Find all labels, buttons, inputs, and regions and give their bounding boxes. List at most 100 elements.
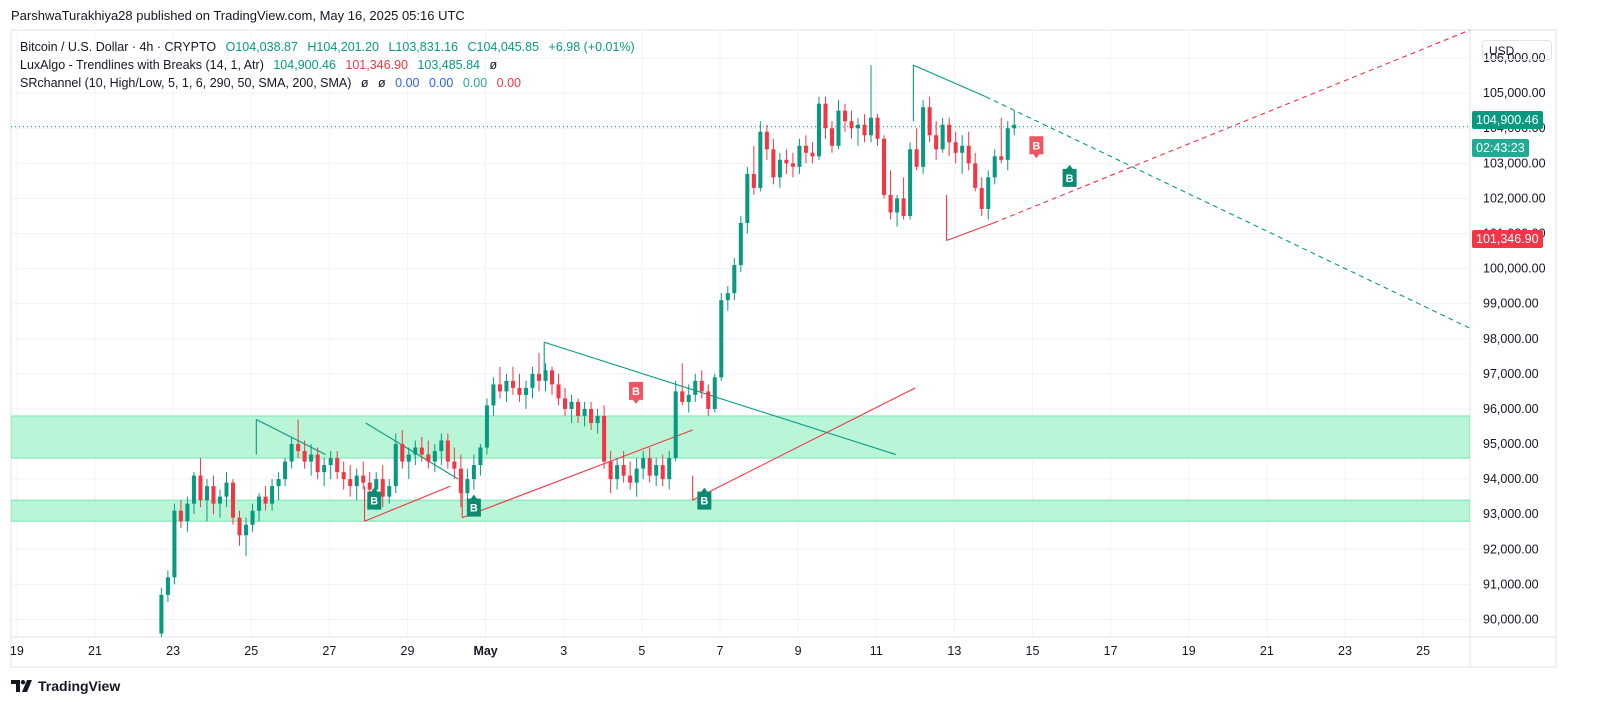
x-tick-label: 15 xyxy=(1026,644,1040,658)
x-tick-label: 23 xyxy=(1338,644,1352,658)
y-tick-label: 90,000.00 xyxy=(1483,612,1539,626)
legend-luxalgo: LuxAlgo - Trendlines with Breaks (14, 1,… xyxy=(20,58,503,72)
candle-body xyxy=(888,194,893,213)
candle-body xyxy=(686,394,691,402)
candle-body xyxy=(432,451,437,462)
y-tick-label: 100,000.00 xyxy=(1483,262,1546,276)
candle-body xyxy=(361,475,366,483)
upper-trendline xyxy=(913,64,986,98)
candle-body xyxy=(244,524,249,536)
y-tick-label: 98,000.00 xyxy=(1483,332,1539,346)
break-label-text: B xyxy=(470,503,478,515)
x-tick-label: 9 xyxy=(795,644,802,658)
candle-body xyxy=(478,447,483,466)
candle-body xyxy=(315,454,320,473)
candle-body xyxy=(771,149,776,178)
sr-zone xyxy=(11,415,1470,459)
candle-body xyxy=(764,131,769,150)
chart-border xyxy=(10,29,1557,668)
candle-body xyxy=(419,447,424,455)
candle-body xyxy=(999,156,1004,160)
bearish-break-label: B xyxy=(1029,136,1044,159)
plot-layer: B B B B B B xyxy=(11,30,1470,637)
candle-body xyxy=(172,510,177,578)
indicator-name[interactable]: SRchannel (10, High/Low, 5, 1, 6, 290, 5… xyxy=(20,76,351,90)
candle-body xyxy=(569,401,574,409)
x-tick-label: 25 xyxy=(1416,644,1430,658)
candle-body xyxy=(790,163,795,167)
candle-body xyxy=(829,128,834,146)
candle-body xyxy=(217,496,223,504)
candle-body xyxy=(341,472,346,480)
candle-body xyxy=(263,496,268,504)
candle-body xyxy=(849,121,854,129)
candle-body xyxy=(712,377,717,409)
candle-body xyxy=(745,173,750,223)
candle-body xyxy=(543,370,548,381)
symbol-title[interactable]: Bitcoin / U.S. Dollar · 4h · CRYPTO xyxy=(20,40,216,54)
tradingview-logo[interactable]: TradingView xyxy=(11,678,120,694)
change-value: +6.98 (+0.01%) xyxy=(548,40,635,54)
candle-body xyxy=(908,149,913,216)
indicator-value: 101,346.90 xyxy=(345,58,408,72)
candle-body xyxy=(803,145,808,153)
break-label-text: B xyxy=(370,496,378,508)
candle-body xyxy=(191,475,196,504)
candle-body xyxy=(628,475,633,483)
candle-body xyxy=(504,380,509,392)
candle-body xyxy=(550,370,555,385)
candle-body xyxy=(211,486,216,504)
indicator-value: 0.00 xyxy=(462,76,488,90)
candle-body xyxy=(270,486,275,504)
y-tick-label: 91,000.00 xyxy=(1483,577,1539,591)
y-tick-label: 103,000.00 xyxy=(1483,156,1546,170)
candle-body xyxy=(810,152,815,157)
low-value: L103,831.16 xyxy=(388,40,458,54)
candle-body xyxy=(452,461,457,469)
candle-body xyxy=(413,447,418,455)
candle-body xyxy=(400,444,405,462)
candle-body xyxy=(777,159,782,178)
candle-body xyxy=(940,124,945,150)
candle-body xyxy=(322,465,327,473)
currency-selector[interactable]: USD xyxy=(1482,40,1552,60)
break-label-text: B xyxy=(1066,173,1074,185)
candle-body xyxy=(328,458,333,466)
candle-body xyxy=(660,465,665,480)
candle-body xyxy=(647,458,652,476)
x-tick-label: 19 xyxy=(1182,644,1196,658)
high-value: H104,201.20 xyxy=(307,40,379,54)
candle-body xyxy=(458,468,463,494)
candle-body xyxy=(732,265,737,294)
candle-body xyxy=(784,159,789,164)
candle-body xyxy=(979,187,984,209)
candle-body xyxy=(921,107,926,167)
candle-body xyxy=(530,373,535,388)
y-tick-label: 96,000.00 xyxy=(1483,402,1539,416)
candle-body xyxy=(816,103,821,157)
candle-body xyxy=(673,391,678,459)
price-chart[interactable]: 90,000.00 91,000.00 92,000.00 93,000.00 94,0… xyxy=(0,0,1600,718)
candle-body xyxy=(667,458,672,480)
x-tick-label: 19 xyxy=(10,644,24,658)
x-tick-label: 21 xyxy=(1260,644,1274,658)
x-tick-label: 29 xyxy=(401,644,415,658)
candle-body xyxy=(882,138,887,195)
candle-body xyxy=(335,458,340,473)
candle-body xyxy=(230,482,236,518)
y-tick-label: 95,000.00 xyxy=(1483,437,1539,451)
break-label-text: B xyxy=(632,386,640,398)
tradingview-logo-icon xyxy=(11,680,32,692)
candle-body xyxy=(465,479,470,494)
candle-body xyxy=(276,479,281,487)
indicator-name[interactable]: LuxAlgo - Trendlines with Breaks (14, 1,… xyxy=(20,58,264,72)
candle-body xyxy=(283,461,288,480)
candle-body xyxy=(198,475,203,501)
x-tick-label: 3 xyxy=(560,644,567,658)
candle-body xyxy=(719,300,724,378)
candle-body xyxy=(159,594,164,634)
candle-body xyxy=(693,380,698,395)
candle-body xyxy=(738,222,743,266)
candle-body xyxy=(380,479,385,497)
candle-body xyxy=(621,465,626,476)
